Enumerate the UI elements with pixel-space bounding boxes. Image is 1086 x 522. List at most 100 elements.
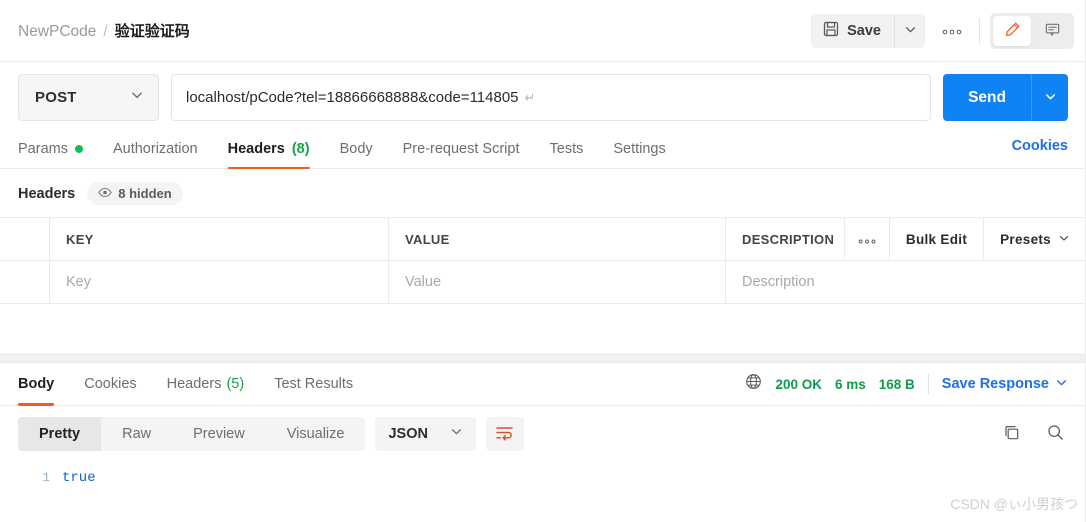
ellipsis-icon: [942, 23, 962, 38]
save-button[interactable]: Save: [811, 13, 894, 48]
response-tab-bar: Body Cookies Headers (5) Test Results 20…: [0, 363, 1086, 406]
line-number: 1: [42, 470, 50, 485]
response-tab-test-results[interactable]: Test Results: [274, 363, 353, 406]
breadcrumb-current-request[interactable]: 验证验证码: [115, 20, 190, 41]
ellipsis-icon: [858, 232, 876, 247]
presets-button[interactable]: Presets: [983, 218, 1086, 260]
response-body-value: true: [62, 470, 96, 486]
tab-body[interactable]: Body: [340, 135, 373, 168]
tab-pre-request-script[interactable]: Pre-request Script: [403, 135, 520, 168]
tab-headers-label: Headers: [227, 141, 285, 157]
row-key-input[interactable]: Key: [50, 261, 389, 303]
save-options-button[interactable]: [894, 13, 925, 48]
response-language-value: JSON: [388, 426, 428, 442]
word-wrap-icon: [495, 425, 514, 444]
row-value-input[interactable]: Value: [389, 261, 726, 303]
response-status-code: 200 OK: [775, 376, 822, 392]
response-panel-resizer[interactable]: [0, 354, 1086, 363]
headers-table: KEY VALUE DESCRIPTION Bulk Edit Presets …: [0, 217, 1086, 304]
response-status-group: 200 OK 6 ms 168 B Save Response: [745, 373, 1068, 395]
enter-arrow-icon: ↵: [524, 89, 536, 105]
response-size: 168 B: [878, 376, 915, 392]
column-header-description-cell: DESCRIPTION Bulk Edit Presets: [726, 218, 1086, 260]
code-line: 1 true: [0, 470, 1086, 486]
send-options-button[interactable]: [1031, 74, 1068, 121]
chevron-down-icon: [1044, 90, 1057, 106]
save-button-group: Save: [811, 13, 925, 48]
tab-authorization[interactable]: Authorization: [113, 135, 198, 168]
floppy-disk-icon: [823, 21, 839, 41]
tab-tests[interactable]: Tests: [550, 135, 584, 168]
chevron-down-icon: [904, 23, 917, 39]
response-body-viewer[interactable]: 1 true: [0, 462, 1086, 522]
more-actions-button[interactable]: [931, 14, 973, 48]
view-visualize-button[interactable]: Visualize: [266, 417, 366, 451]
response-tab-body-label: Body: [18, 376, 55, 392]
http-method-value: POST: [35, 89, 77, 106]
headers-section-title: Headers: [18, 185, 76, 202]
tab-params[interactable]: Params: [18, 135, 83, 168]
tab-headers-count: (8): [291, 141, 310, 157]
header-row-checkbox-cell: [0, 218, 50, 260]
response-time: 6 ms: [834, 376, 866, 392]
save-response-label: Save Response: [941, 376, 1049, 392]
tab-tests-label: Tests: [549, 141, 584, 157]
view-raw-button[interactable]: Raw: [101, 417, 172, 451]
eye-icon: [98, 186, 112, 201]
view-preview-button[interactable]: Preview: [172, 417, 266, 451]
response-tab-body[interactable]: Body: [18, 363, 55, 406]
view-mode-toggle: [990, 12, 1074, 49]
presets-label: Presets: [1000, 231, 1051, 247]
cookies-link[interactable]: Cookies: [1012, 138, 1068, 165]
headers-table-header-row: KEY VALUE DESCRIPTION Bulk Edit Presets: [0, 218, 1086, 261]
hidden-headers-toggle[interactable]: 8 hidden: [87, 182, 183, 205]
header-actions: Save: [811, 12, 1074, 49]
response-tab-headers-count: (5): [226, 376, 245, 392]
http-method-select[interactable]: POST: [18, 74, 159, 121]
save-button-label: Save: [847, 22, 881, 39]
search-response-button[interactable]: [1042, 421, 1068, 447]
chevron-down-icon: [130, 88, 144, 107]
copy-response-button[interactable]: [998, 421, 1024, 447]
search-icon: [1046, 423, 1065, 445]
comment-mode-button[interactable]: [1033, 16, 1071, 46]
tab-body-label: Body: [339, 141, 373, 157]
hidden-headers-count: 8 hidden: [118, 186, 172, 201]
tab-params-label: Params: [18, 141, 68, 157]
response-tab-headers[interactable]: Headers (5): [167, 363, 245, 406]
table-empty-space: [0, 304, 1086, 354]
params-modified-dot-icon: [74, 145, 83, 153]
row-checkbox-cell[interactable]: [0, 261, 50, 303]
request-url-input[interactable]: localhost/pCode?tel=18866668888&code=114…: [171, 74, 932, 121]
pencil-icon: [1004, 21, 1021, 41]
word-wrap-button[interactable]: [485, 417, 524, 451]
response-language-select[interactable]: JSON: [375, 417, 476, 451]
headers-table-actions: Bulk Edit Presets: [843, 218, 1086, 260]
column-header-description: DESCRIPTION: [742, 231, 835, 247]
save-response-button[interactable]: Save Response: [942, 376, 1068, 393]
view-pretty-button[interactable]: Pretty: [18, 417, 102, 451]
edit-mode-button[interactable]: [993, 15, 1031, 46]
tab-settings[interactable]: Settings: [613, 135, 665, 168]
row-description-input[interactable]: Description: [726, 261, 1086, 303]
headers-table-more-button[interactable]: [843, 218, 889, 260]
breadcrumb-collection[interactable]: NewPCode: [18, 23, 96, 41]
bulk-edit-button[interactable]: Bulk Edit: [888, 218, 983, 260]
send-button-group: Send: [943, 74, 1068, 121]
copy-icon: [1002, 423, 1021, 445]
response-tab-cookies[interactable]: Cookies: [84, 363, 136, 406]
table-row[interactable]: Key Value Description: [0, 261, 1086, 304]
tab-headers[interactable]: Headers (8): [227, 135, 310, 169]
response-view-segmented-control: Pretty Raw Preview Visualize: [18, 417, 366, 451]
tab-pre-request-script-label: Pre-request Script: [402, 141, 520, 157]
response-format-bar: Pretty Raw Preview Visualize JSON: [0, 406, 1086, 462]
column-header-value: VALUE: [389, 218, 726, 260]
send-button[interactable]: Send: [943, 74, 1031, 121]
tab-authorization-label: Authorization: [112, 141, 198, 157]
response-tab-headers-label: Headers: [166, 376, 222, 392]
postman-request-window: NewPCode / 验证验证码 Save POST localhost/pCo…: [0, 0, 1086, 522]
headers-subbar: Headers 8 hidden: [0, 169, 1086, 217]
breadcrumb: NewPCode / 验证验证码: [18, 20, 190, 41]
status-divider: [927, 374, 929, 394]
chevron-down-icon: [1055, 376, 1068, 393]
